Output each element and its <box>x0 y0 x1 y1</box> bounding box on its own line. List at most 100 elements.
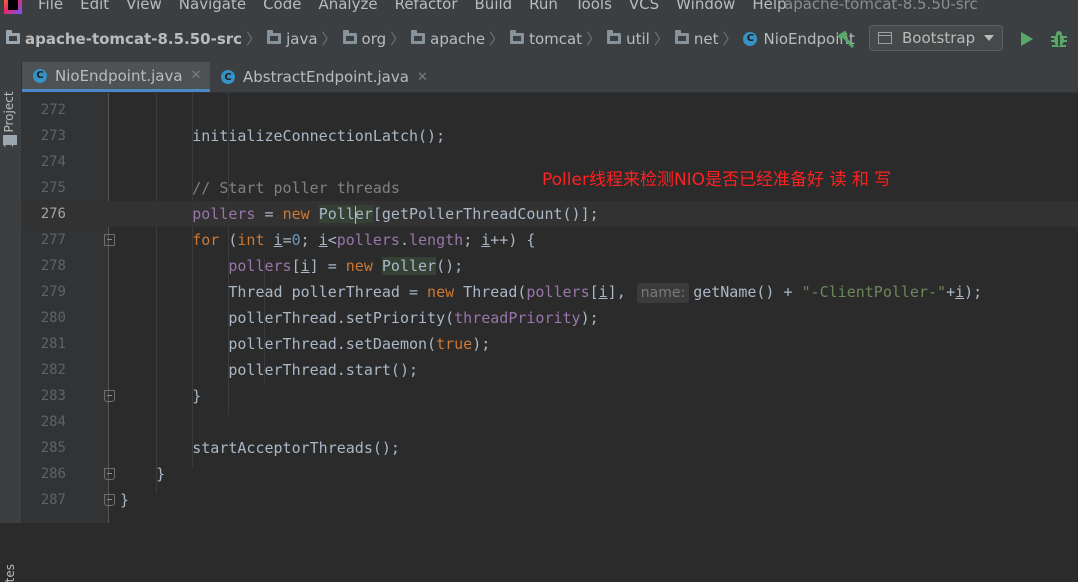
code-editor[interactable]: 272 273 initializeConnectionLatch(); 274… <box>22 93 1078 523</box>
tab-nioendpoint[interactable]: C NioEndpoint.java ✕ <box>22 62 210 92</box>
breadcrumb: apache-tomcat-8.5.50-src 〉 java 〉 org 〉 … <box>6 28 855 49</box>
close-icon[interactable]: ✕ <box>191 68 202 83</box>
breadcrumb-java[interactable]: java <box>267 30 318 48</box>
fold-toggle-icon[interactable] <box>104 390 115 402</box>
breadcrumb-label: tomcat <box>529 29 583 48</box>
code-line: 280 pollerThread.setPriority(threadPrior… <box>22 305 1078 331</box>
folder-icon <box>267 30 282 44</box>
run-configuration-select[interactable]: Bootstrap <box>869 25 1003 51</box>
tab-label: NioEndpoint.java <box>55 66 183 85</box>
menu-vcs[interactable]: VCS <box>629 0 667 13</box>
menu-run[interactable]: Run <box>529 0 566 13</box>
line-number: 284 <box>40 414 66 430</box>
code-text: initializeConnectionLatch(); <box>120 127 446 145</box>
line-number: 287 <box>40 492 66 508</box>
menu-navigate[interactable]: Navigate <box>179 0 254 13</box>
breadcrumb-label: util <box>626 29 650 48</box>
fold-toggle-icon[interactable] <box>104 234 115 246</box>
code-text: pollers[i] = new Poller(); <box>228 257 464 275</box>
line-number: 283 <box>40 388 66 404</box>
code-line: 284 <box>22 409 1078 435</box>
folder-icon <box>342 30 357 44</box>
chevron-right-icon: 〉 <box>653 30 669 48</box>
parameter-hint: name: <box>636 283 690 303</box>
fold-toggle-icon[interactable] <box>104 494 115 506</box>
menu-refactor[interactable]: Refactor <box>395 0 466 13</box>
chevron-right-icon: 〉 <box>246 30 262 48</box>
code-line: 281 pollerThread.setDaemon(true); <box>22 331 1078 357</box>
chevron-right-icon: 〉 <box>586 30 602 48</box>
menu-list: File Edit View Navigate Code Analyze Ref… <box>38 0 804 13</box>
line-number: 282 <box>40 362 66 378</box>
chevron-right-icon: 〉 <box>722 30 738 48</box>
menu-window[interactable]: Window <box>676 0 743 13</box>
breadcrumb-apache[interactable]: apache <box>411 30 485 48</box>
line-number: 279 <box>40 284 66 300</box>
line-number: 278 <box>40 258 66 274</box>
code-text: } <box>120 465 166 483</box>
run-configuration-label: Bootstrap <box>902 29 976 47</box>
run-icon[interactable] <box>1021 32 1033 46</box>
menu-file[interactable]: File <box>38 0 71 13</box>
menu-edit[interactable]: Edit <box>80 0 117 13</box>
breadcrumb-label: net <box>693 29 719 48</box>
line-number: 286 <box>40 466 66 482</box>
menu-tools[interactable]: Tools <box>575 0 620 13</box>
left-tool-strip: 1: Project tes <box>0 62 22 582</box>
code-line: 272 <box>22 97 1078 123</box>
chevron-down-icon <box>984 35 994 41</box>
chevron-right-icon: 〉 <box>489 30 505 48</box>
code-text: pollerThread.start(); <box>120 361 419 379</box>
close-icon[interactable]: ✕ <box>417 70 428 85</box>
code-line: 282 pollerThread.start(); <box>22 357 1078 383</box>
navigation-bar: apache-tomcat-8.5.50-src 〉 java 〉 org 〉 … <box>0 16 1078 63</box>
code-line: 285 startAcceptorThreads(); <box>22 435 1078 461</box>
folder-icon <box>510 30 525 44</box>
class-icon: C <box>743 31 758 46</box>
breadcrumb-net[interactable]: net <box>674 29 719 48</box>
line-number: 273 <box>40 128 66 144</box>
breadcrumb-label: apache-tomcat-8.5.50-src <box>25 29 243 48</box>
line-number: 272 <box>40 102 66 118</box>
breadcrumb-tomcat[interactable]: tomcat <box>510 30 582 48</box>
code-text: pollerThread.setPriority(threadPriority)… <box>120 309 599 327</box>
code-line: 286 } <box>22 461 1078 487</box>
line-number: 274 <box>40 154 66 170</box>
code-line-current: 276 pollers = new Poller[getPollerThread… <box>22 201 1078 227</box>
menu-build[interactable]: Build <box>475 0 521 13</box>
fold-toggle-icon[interactable] <box>104 468 115 480</box>
code-line: 287 } <box>22 487 1078 513</box>
menu-view[interactable]: View <box>126 0 170 13</box>
window-title: apache-tomcat-8.5.50-src <box>784 0 978 13</box>
line-number: 276 <box>40 206 66 222</box>
code-text: // Start poller threads <box>192 179 400 197</box>
code-line: 279 Thread pollerThread = new Thread(pol… <box>22 279 1078 305</box>
breadcrumb-project[interactable]: apache-tomcat-8.5.50-src <box>6 30 242 48</box>
tab-label: AbstractEndpoint.java <box>243 68 409 86</box>
code-text: pollers = new Poller[getPollerThreadCoun… <box>192 205 599 224</box>
code-text: startAcceptorThreads(); <box>120 439 400 457</box>
structure-tool-tab[interactable]: tes <box>3 564 17 582</box>
code-text: Thread pollerThread = new Thread(pollers… <box>120 283 983 303</box>
breadcrumb-util[interactable]: util <box>607 30 650 48</box>
text-cursor <box>354 205 356 224</box>
breadcrumb-label: apache <box>430 29 486 48</box>
breadcrumb-org[interactable]: org <box>342 29 387 48</box>
intellij-logo-icon[interactable] <box>4 0 22 14</box>
line-number: 275 <box>40 180 66 196</box>
build-hammer-icon[interactable] <box>836 31 856 49</box>
menu-code[interactable]: Code <box>263 0 309 13</box>
line-number: 285 <box>40 440 66 456</box>
class-icon: C <box>221 70 235 84</box>
menu-analyze[interactable]: Analyze <box>318 0 385 13</box>
folder-icon <box>674 30 689 44</box>
menu-bar: File Edit View Navigate Code Analyze Ref… <box>0 0 1078 16</box>
code-text: } <box>120 387 202 405</box>
chevron-right-icon: 〉 <box>390 30 406 48</box>
line-number: 277 <box>40 232 66 248</box>
debug-bug-icon[interactable] <box>1049 29 1069 49</box>
project-folder-icon[interactable] <box>3 135 17 145</box>
tab-abstractendpoint[interactable]: C AbstractEndpoint.java ✕ <box>210 62 440 92</box>
line-number: 280 <box>40 310 66 326</box>
breadcrumb-label: org <box>361 29 387 48</box>
